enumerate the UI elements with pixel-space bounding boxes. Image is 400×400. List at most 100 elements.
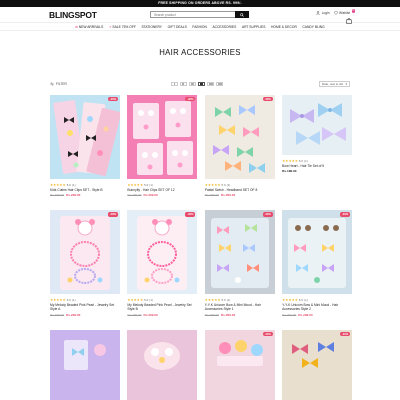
filter-button[interactable]: FILTER [50,82,67,86]
nav-item-sale[interactable]: ✦ SALE 75% OFF [109,25,136,29]
rating-value: 5.0 [144,297,149,302]
product-image[interactable] [127,329,198,400]
view-3-columns[interactable] [189,82,196,86]
price: Rs.499.00 Rs.299.00 [50,193,120,197]
product-card[interactable] [127,329,198,400]
review-count: (1) [304,297,308,302]
rating: ★★★★★ 5.0 (1) [50,297,76,302]
product-name[interactable]: Pastel Swish - Headband SET OF 8 [205,188,275,192]
nav-item-new-arrivals[interactable]: ✿ NEW ARRIVALS [75,25,103,29]
nav-item-home-decor[interactable]: HOME & DECOR [271,25,297,29]
login-label: Login [321,11,330,15]
product-image[interactable]: -40% [282,210,353,295]
price: Rs.499.00 Rs.299.00 [205,313,275,317]
product-card[interactable]: -40% ★★★★★ 5.0 (1) My Melody Beaded Pink … [127,210,198,317]
price: Rs.499.00 Rs.299.00 [282,313,352,317]
sort-select[interactable]: Date, new to old ▾ [319,81,350,87]
nav-item-accessories[interactable]: ACCESSORIES [212,25,236,29]
product-image[interactable]: -40% [204,210,275,295]
review-count: (1) [304,158,308,163]
sale-price: Rs.299.00 [220,193,236,198]
compare-price: Rs.499.00 [204,193,219,198]
rating: ★★★★★ 5.0 (1) [204,297,231,302]
nav-label: NEW ARRIVALS [78,24,104,29]
product-name[interactable]: Bunnyfly - Hair Clips SET OF 12 [127,188,197,192]
product-image[interactable]: -40% [282,329,353,400]
cart-button[interactable]: 0 [346,9,355,24]
nav-label: ACCESSORIES [212,24,237,29]
compare-price: Rs.499.00 [282,312,297,317]
main-nav: ✿ NEW ARRIVALS ✦ SALE 75% OFF STATIONERY G… [0,22,400,31]
nav-item-gift-deals[interactable]: GIFT DEALS [168,25,187,29]
product-name[interactable]: My Melody Beaded Pink Pearl - Jewelry Se… [50,303,120,311]
discount-badge: -40% [185,212,196,217]
product-image[interactable]: -40% [50,95,120,179]
search-box [150,11,249,18]
nav-item-candy-bling[interactable]: CANDY BLING [302,25,324,29]
view-2-columns[interactable] [180,82,187,86]
product-photo [216,339,263,366]
product-image[interactable]: -40% [204,95,275,179]
header-actions: Login Wishlist [316,11,350,15]
product-photo [133,101,194,175]
product-image[interactable] [282,95,353,155]
product-card[interactable]: -40% ★★★★★ 5.0 (1) Y-Y-K Unicorn Bow & Mi… [204,210,275,317]
product-photo [292,341,335,368]
product-card[interactable]: -40% [204,329,275,400]
product-name[interactable]: Y-Y-K Unicorn Bow & Mini Mood - Hair Acc… [282,303,352,311]
product-card[interactable] [50,329,120,400]
view-1-column[interactable] [171,82,178,86]
discount-badge: -40% [262,331,273,337]
nav-item-art-supplies[interactable]: ART SUPPLIES [242,25,266,29]
product-name[interactable]: Kids Cuties Hair Clips SET - Style B [50,188,120,192]
sort-value: Date, new to old [322,82,343,86]
view-6-columns[interactable] [216,82,223,86]
product-image[interactable]: -40% [127,210,198,295]
rating: ★★★★★ 5.0 (1) [282,158,308,163]
nav-item-fashion[interactable]: FASHION [192,25,206,29]
price-value: Rs.199.00 [282,169,297,174]
nav-item-stationery[interactable]: STATIONERY [141,25,162,29]
rating-value: 5.0 [66,182,71,187]
product-card[interactable]: ★★★★★ 5.0 (1) Bow Heart - Hair Tie Set of… [282,95,353,197]
product-image[interactable]: -40% [127,95,198,179]
discount-badge: -40% [107,212,118,217]
view-4-columns[interactable] [198,82,205,86]
view-5-columns[interactable] [207,82,214,86]
compare-price: Rs.499.00 [50,312,65,317]
product-name[interactable]: Y-Y-K Unicorn Bow & Mini Mood - Hair Acc… [205,303,275,311]
flower-icon: ✿ [75,24,78,29]
product-card[interactable]: -40% ★★★★★ 5.0 (1) Pastel Swish - Headban… [204,95,275,198]
review-count: (1) [71,297,76,302]
product-card[interactable]: -40% ★★★★★ 5.0 (1) Y-Y-K Unicorn Bow & Mi… [282,210,353,317]
sparkle-icon: ✦ [108,24,112,29]
product-photo [64,339,106,370]
product-image[interactable]: -40% [204,329,275,400]
product-image[interactable] [50,329,120,400]
search-icon [239,12,244,17]
product-card[interactable]: -40% [282,329,353,400]
search-input[interactable] [151,11,235,18]
discount-badge: -40% [262,212,273,217]
rating-value: 5.0 [221,182,226,187]
review-count: (1) [149,297,154,302]
login-link[interactable]: Login [316,11,330,15]
product-name[interactable]: Bow Heart - Hair Tie Set of 5 [282,164,352,168]
sale-price: Rs.299.00 [66,312,81,317]
nav-label: GIFT DEALS [167,24,187,29]
logo[interactable]: BLINGSPOT [49,10,97,20]
cart-count-badge: 0 [351,9,355,13]
product-name[interactable]: My Melody Beaded Pink Pearl - Jewelry Se… [127,303,197,311]
price: Rs.499.00 Rs.299.00 [50,313,120,317]
nav-label: ART SUPPLIES [241,24,266,29]
site-header: BLINGSPOT Login Wishlist 0 [0,7,400,24]
collection-toolbar: FILTER Date, new to old ▾ [50,80,350,88]
product-card[interactable]: -40% ★★★★★ 5.0 (1) Bunnyfly - Hair Clips … [127,95,198,197]
review-count: (1) [226,182,231,187]
product-card[interactable]: -40% ★★★★★ 5.0 (1) My Melody Beaded Pink … [50,210,120,317]
search-button[interactable] [234,11,249,18]
product-photo [212,105,265,173]
sale-price: Rs.299.00 [66,193,81,198]
product-card[interactable]: -40% ★★★★★ 5.0 (1) Kids Cuties Hair Clips… [50,95,120,197]
product-image[interactable]: -40% [50,210,120,295]
